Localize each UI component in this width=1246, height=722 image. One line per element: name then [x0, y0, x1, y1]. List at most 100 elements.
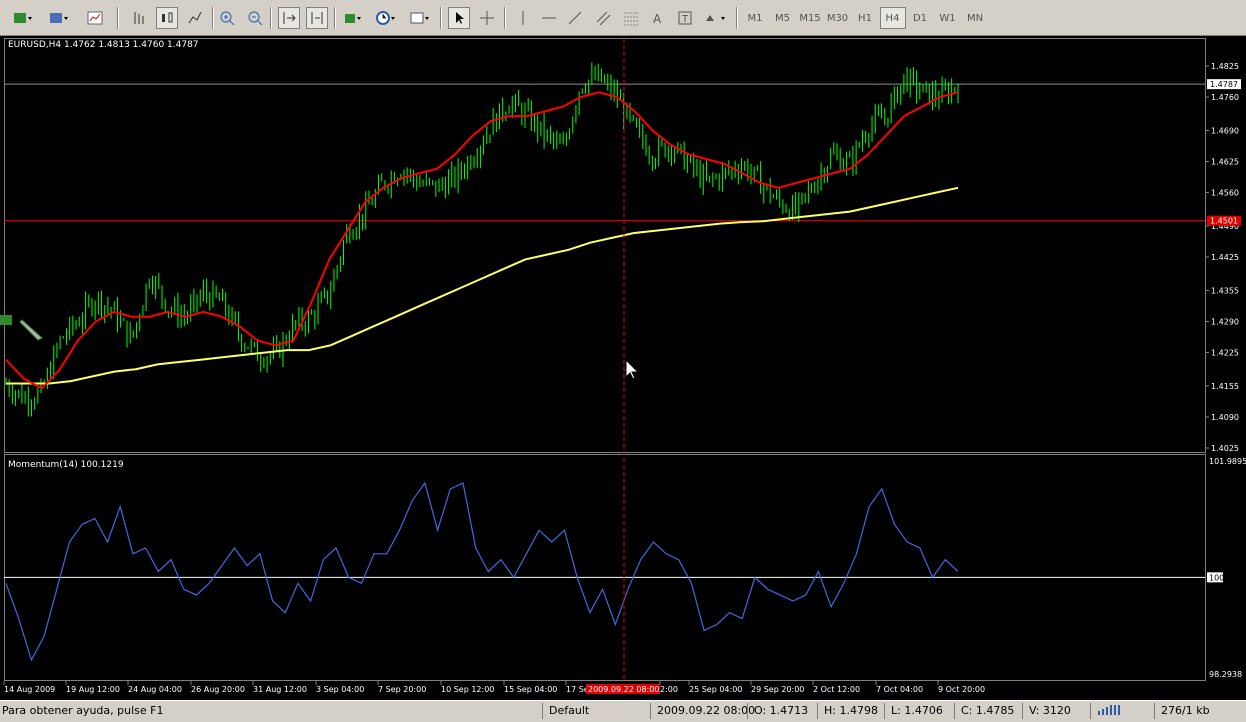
toolbar-separator	[440, 7, 442, 29]
templates-button[interactable]	[406, 7, 434, 29]
mouse-cursor-icon	[625, 358, 640, 380]
cursor-button[interactable]	[448, 7, 470, 29]
crosshair-icon	[480, 11, 494, 25]
timeframe-mn-button[interactable]: MN	[962, 7, 988, 29]
timeframe-m30-button[interactable]: M30	[825, 7, 851, 29]
status-high: H: 1.4798	[817, 703, 878, 719]
time-label: 29 Sep 20:00	[751, 685, 804, 694]
text-label-button[interactable]: T	[674, 7, 696, 29]
candlestick-icon	[162, 12, 173, 23]
time-label: 25 Sep 04:00	[689, 685, 742, 694]
text-icon: A	[653, 12, 662, 26]
fibonacci-icon	[624, 12, 638, 26]
time-label: 19 Aug 12:00	[66, 685, 120, 694]
zoom-out-icon	[248, 11, 263, 26]
price-label: 1.4760	[1211, 93, 1239, 102]
toolbar-separator	[504, 7, 506, 29]
crosshair-button[interactable]	[476, 7, 498, 29]
arrows-button[interactable]	[700, 7, 730, 29]
connection-status[interactable]	[1090, 703, 1137, 719]
time-label: 26 Aug 20:00	[191, 685, 245, 694]
horizontal-line-button[interactable]	[538, 7, 560, 29]
indicator-top-label: 101.9895	[1209, 457, 1246, 466]
timeframe-h4-button[interactable]: H4	[879, 7, 906, 29]
trendline-icon	[568, 11, 582, 25]
status-volume: V: 3120	[1022, 703, 1071, 719]
toolbar-separator	[334, 7, 336, 29]
price-label: 1.4425	[1211, 253, 1239, 262]
vertical-line-icon	[522, 11, 524, 25]
cursor-time-label: 2009.09.22 08:00	[588, 685, 659, 694]
fibonacci-button[interactable]	[620, 7, 642, 29]
status-help: Para obtener ayuda, pulse F1	[2, 704, 164, 717]
time-label: 7 Sep 20:00	[378, 685, 426, 694]
text-label-icon: T	[678, 11, 692, 25]
line-chart-button[interactable]	[184, 7, 206, 29]
zoom-in-icon	[220, 11, 235, 26]
bar-chart-icon	[134, 12, 144, 24]
text-button[interactable]: A	[646, 7, 668, 29]
status-bar: Para obtener ayuda, pulse F1 Default 200…	[0, 700, 1246, 720]
timeframe-m5-button[interactable]: M5	[770, 7, 796, 29]
price-label: 1.4825	[1211, 62, 1239, 71]
status-close: C: 1.4785	[954, 703, 1014, 719]
main-chart-frame	[4, 38, 1206, 453]
toolbar-separator	[270, 7, 272, 29]
price-label: 1.4355	[1211, 286, 1239, 295]
timeframe-d1-button[interactable]: D1	[907, 7, 933, 29]
new-chart-button[interactable]	[8, 7, 38, 29]
cursor-icon	[456, 12, 464, 24]
time-label: 7 Oct 04:00	[876, 685, 923, 694]
profiles-button[interactable]	[44, 7, 74, 29]
clock-icon	[376, 11, 395, 25]
vertical-line-button[interactable]	[512, 7, 534, 29]
time-label: 10 Sep 12:00	[441, 685, 494, 694]
pencil-icon[interactable]	[0, 315, 43, 341]
market-watch-icon	[87, 11, 103, 25]
status-traffic: 276/1 kb	[1154, 703, 1210, 719]
candles	[5, 62, 959, 417]
fast-moving-average-line	[5, 91, 959, 390]
hline-price-label: 1.4501	[1210, 217, 1238, 226]
time-label: 24 Aug 04:00	[128, 685, 182, 694]
time-label: 15 Sep 04:00	[504, 685, 557, 694]
time-label: 3 Sep 04:00	[316, 685, 364, 694]
autoscroll-button[interactable]	[278, 7, 300, 29]
indicator-frame	[4, 454, 1206, 681]
time-label: 2:00	[660, 685, 678, 694]
indicator-bottom-label: 98.2938	[1209, 670, 1242, 679]
price-label: 1.4090	[1211, 413, 1239, 422]
time-label: 31 Aug 12:00	[253, 685, 307, 694]
channel-button[interactable]	[592, 7, 614, 29]
status-datetime: 2009.09.22 08:00	[650, 703, 755, 719]
horizontal-line-icon	[542, 17, 556, 19]
chart-header: EURUSD,H4 1.4762 1.4813 1.4760 1.4787	[8, 40, 199, 50]
toolbar: A T M1 M5 M15 M30 H1 H4 D1 W1 MN	[0, 0, 1246, 36]
bar-chart-button[interactable]	[128, 7, 150, 29]
chart-canvas[interactable]: 1.48251.47601.46901.46251.45601.44901.44…	[0, 36, 1246, 700]
indicator-level-label: 100	[1209, 573, 1224, 582]
zoom-in-button[interactable]	[216, 7, 238, 29]
status-profile: Default	[542, 703, 589, 719]
periods-button[interactable]	[372, 7, 400, 29]
timeframe-m15-button[interactable]: M15	[797, 7, 823, 29]
chart-shift-button[interactable]	[306, 7, 328, 29]
time-label: 9 Oct 20:00	[938, 685, 985, 694]
market-watch-button[interactable]	[84, 7, 106, 29]
trendline-button[interactable]	[564, 7, 586, 29]
candlestick-button[interactable]	[156, 7, 178, 29]
price-label: 1.4155	[1211, 382, 1239, 391]
channel-icon	[596, 11, 611, 26]
indicators-button[interactable]	[340, 7, 366, 29]
connection-bars-icon	[1098, 705, 1120, 715]
toolbar-separator	[117, 7, 119, 29]
timeframe-w1-button[interactable]: W1	[935, 7, 961, 29]
timeframe-h1-button[interactable]: H1	[852, 7, 878, 29]
status-low: L: 1.4706	[884, 703, 943, 719]
zoom-out-button[interactable]	[244, 7, 266, 29]
price-label: 1.4025	[1211, 444, 1239, 453]
price-label: 1.4290	[1211, 317, 1239, 326]
timeframe-m1-button[interactable]: M1	[742, 7, 768, 29]
time-label: 2 Oct 12:00	[813, 685, 860, 694]
chart-window[interactable]: 1.4825 1.4760 1.4690 1.4625 1.4560 1.4490 1.44…	[0, 36, 1246, 700]
